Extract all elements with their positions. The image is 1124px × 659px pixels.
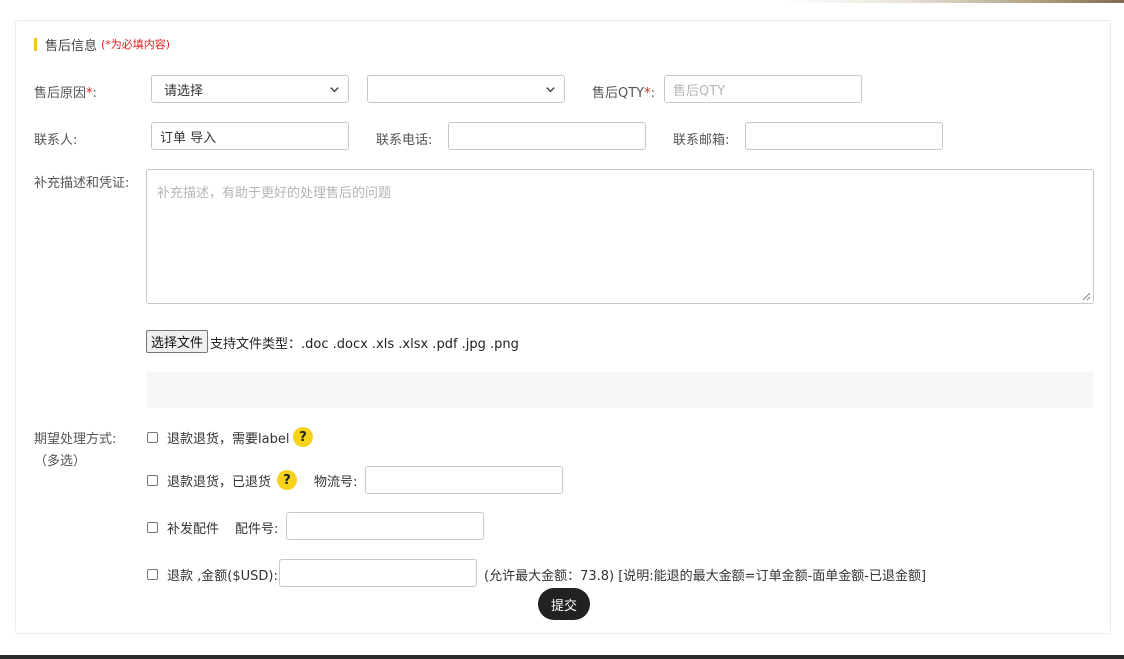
option-refund-returned-checkbox[interactable] [147, 475, 158, 486]
email-input[interactable] [745, 122, 943, 150]
option-refund-return-label-checkbox[interactable] [147, 432, 158, 443]
required-note: (*为必填内容) [101, 38, 171, 51]
refund-amount-input[interactable] [279, 559, 477, 587]
contact-value: 订单 导入 [160, 130, 217, 146]
chevron-down-icon [546, 86, 555, 92]
section-accent-bar [34, 37, 37, 51]
chevron-down-icon [330, 86, 339, 92]
file-types-hint: 支持文件类型：.doc .docx .xls .xlsx .pdf .jpg .… [210, 337, 519, 352]
section-header: 售后信息 (*为必填内容) [34, 36, 171, 54]
email-label: 联系邮箱: [673, 133, 730, 148]
expect-sublabel: （多选） [34, 454, 87, 469]
expect-label: 期望处理方式: [34, 432, 117, 447]
tracking-number-input[interactable] [365, 466, 563, 494]
option-refund-returned-label: 退款退货，已退货 [167, 475, 272, 490]
description-textarea[interactable]: 补充描述，有助于更好的处理售后的问题 [146, 169, 1094, 304]
reason-select-value: 请选择 [164, 83, 204, 99]
option-resend-parts-checkbox[interactable] [147, 522, 158, 533]
option-refund-amount-checkbox[interactable] [147, 569, 158, 580]
qty-placeholder: 售后QTY [673, 83, 726, 99]
option-refund-amount-label: 退款 ,金额($USD): [167, 569, 278, 584]
option-resend-parts-label: 补发配件 [167, 522, 220, 537]
contact-label: 联系人: [34, 133, 78, 148]
description-label: 补充描述和凭证: [34, 176, 130, 191]
part-number-label: 配件号: [235, 522, 279, 537]
qty-input[interactable]: 售后QTY [664, 75, 862, 103]
reason-sub-select[interactable] [367, 75, 565, 103]
reason-label: 售后原因*: [34, 86, 97, 101]
choose-file-button[interactable]: 选择文件 [146, 330, 209, 353]
help-icon[interactable]: ? [293, 427, 313, 447]
bottom-bar [0, 655, 1124, 659]
description-placeholder: 补充描述，有助于更好的处理售后的问题 [157, 186, 392, 201]
help-icon[interactable]: ? [277, 470, 297, 490]
tracking-number-label: 物流号: [314, 475, 358, 490]
resize-grip-icon[interactable] [1082, 292, 1091, 301]
qty-label: 售后QTY*: [592, 86, 656, 101]
part-number-input[interactable] [286, 512, 484, 540]
after-sales-form-card: 售后信息 (*为必填内容) 售后原因*: 请选择 售后QTY*: 售后QTY 联… [15, 20, 1111, 634]
phone-input[interactable] [448, 122, 646, 150]
contact-input[interactable]: 订单 导入 [151, 122, 349, 150]
header-image-strip [784, 0, 1124, 3]
section-title: 售后信息 [45, 38, 98, 54]
phone-label: 联系电话: [376, 133, 433, 148]
reason-select[interactable]: 请选择 [151, 75, 349, 103]
upload-preview-area [146, 372, 1094, 408]
option-refund-return-label-label: 退款退货，需要label [167, 432, 290, 447]
refund-max-note: (允许最大金额：73.8) [说明:能退的最大金额=订单金额-面单金额-已退金额… [484, 569, 927, 584]
submit-button[interactable]: 提交 [538, 588, 590, 620]
